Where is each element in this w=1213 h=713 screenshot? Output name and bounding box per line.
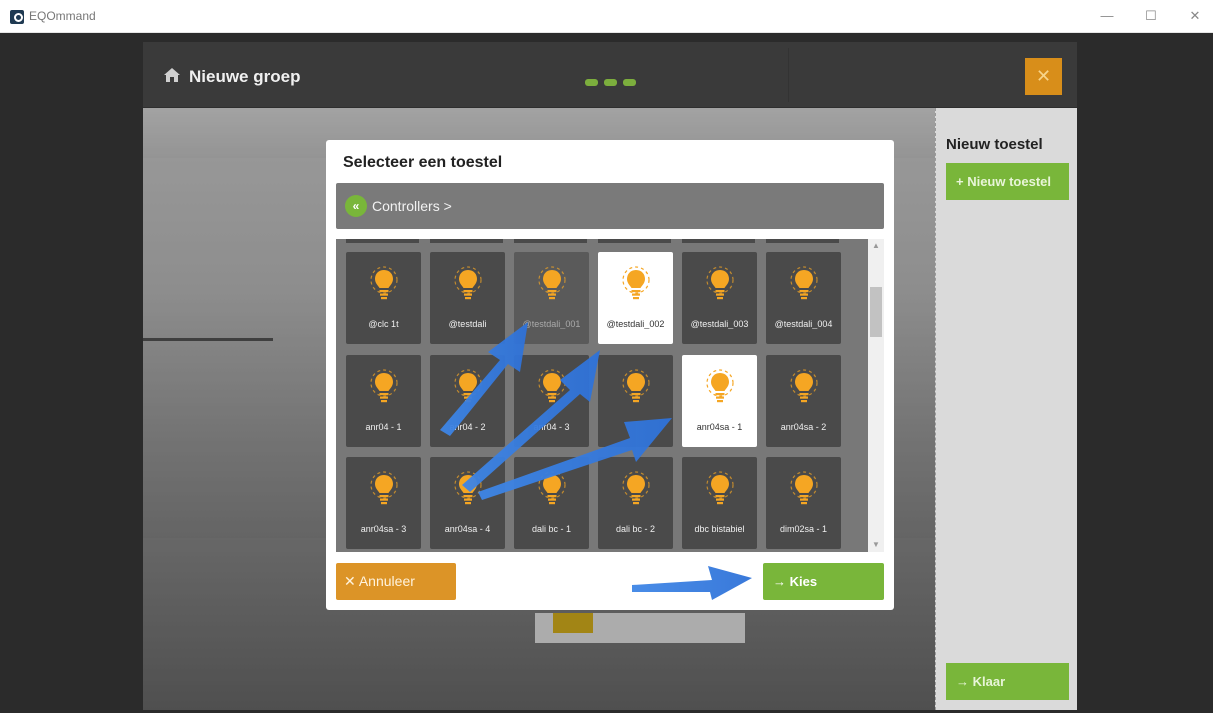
device-tile[interactable]: dim02sa - 1 xyxy=(766,457,841,549)
device-tile[interactable]: anr04sa - 3 xyxy=(346,457,421,549)
step-indicator xyxy=(585,73,642,91)
bulb-icon xyxy=(706,471,734,505)
minimize-button[interactable]: — xyxy=(1092,6,1122,26)
device-tile[interactable]: dali bc - 1 xyxy=(514,457,589,549)
bulb-icon xyxy=(370,471,398,505)
close-window-button[interactable]: ✕ xyxy=(1180,6,1210,26)
bulb-icon xyxy=(706,369,734,403)
choose-button[interactable]: → Kies xyxy=(763,563,884,600)
bulb-icon xyxy=(454,266,482,300)
device-tile[interactable]: anr04 - 3 xyxy=(514,355,589,447)
device-tile[interactable]: anr04sa - 2 xyxy=(766,355,841,447)
device-label: dali bc - 1 xyxy=(531,524,572,534)
breadcrumb-controllers[interactable]: Controllers > xyxy=(372,198,452,214)
app-logo-icon xyxy=(10,10,24,24)
device-tile[interactable]: anr04 - 2 xyxy=(430,355,505,447)
device-label: anr04 - 2 xyxy=(449,422,486,432)
window-title: EQOmmand xyxy=(29,9,96,23)
dialog-title: Selecteer een toestel xyxy=(343,154,503,171)
page-title: Nieuwe groep xyxy=(189,67,301,86)
bulb-icon xyxy=(538,266,566,300)
bulb-icon xyxy=(622,369,650,403)
device-tile[interactable]: dali bc - 2 xyxy=(598,457,673,549)
device-tile[interactable]: @testdali_003 xyxy=(682,252,757,344)
bulb-icon xyxy=(370,266,398,300)
device-tile[interactable]: @clc 1t xyxy=(346,252,421,344)
home-icon[interactable] xyxy=(163,66,181,84)
bulb-icon xyxy=(454,471,482,505)
device-label: @testdali xyxy=(448,319,487,329)
device-tile[interactable]: anr04sa - 1 xyxy=(682,355,757,447)
device-label: anr04sa - 4 xyxy=(444,524,491,534)
maximize-button[interactable]: ☐ xyxy=(1136,6,1166,26)
device-label: @testdali_003 xyxy=(690,319,749,329)
scroll-up-icon[interactable]: ▲ xyxy=(868,239,884,253)
device-tile[interactable]: @testdali_004 xyxy=(766,252,841,344)
device-tile[interactable] xyxy=(598,355,673,447)
device-label: dali bc - 2 xyxy=(615,524,656,534)
device-label: @testdali_002 xyxy=(606,319,665,329)
device-tile[interactable]: @testdali xyxy=(430,252,505,344)
device-label: @clc 1t xyxy=(368,319,399,329)
header-divider xyxy=(788,48,789,102)
bulb-icon xyxy=(790,471,818,505)
new-device-button[interactable]: + Nieuw toestel xyxy=(946,163,1069,200)
device-grid: @clc 1t @testdali @testdali_001 @testdal… xyxy=(336,239,884,552)
scroll-thumb[interactable] xyxy=(870,287,882,337)
device-label: @testdali_004 xyxy=(774,319,833,329)
device-tile[interactable]: anr04 - 1 xyxy=(346,355,421,447)
app-header: Nieuwe groep ✕ xyxy=(143,42,1077,108)
bulb-icon xyxy=(454,369,482,403)
right-panel: Nieuw toestel + Nieuw toestel → Klaar xyxy=(935,108,1077,710)
header-close-button[interactable]: ✕ xyxy=(1025,58,1062,95)
bulb-icon xyxy=(538,369,566,403)
bulb-icon xyxy=(538,471,566,505)
bulb-icon xyxy=(370,369,398,403)
done-button[interactable]: → Klaar xyxy=(946,663,1069,700)
device-tile[interactable]: dbc bistabiel xyxy=(682,457,757,549)
back-icon[interactable]: « xyxy=(345,195,367,217)
bulb-icon xyxy=(790,369,818,403)
breadcrumb: « Controllers > xyxy=(336,183,884,229)
device-label: anr04 - 1 xyxy=(365,422,402,432)
grid-scrollbar[interactable]: ▲ ▼ xyxy=(868,239,884,552)
window-title-bar: EQOmmand — ☐ ✕ xyxy=(0,0,1213,33)
bulb-icon xyxy=(790,266,818,300)
scroll-down-icon[interactable]: ▼ xyxy=(868,538,884,552)
right-panel-title: Nieuw toestel xyxy=(946,136,1043,153)
device-tile[interactable]: @testdali_001 xyxy=(514,252,589,344)
device-label: @testdali_001 xyxy=(522,319,581,329)
device-tile[interactable]: anr04sa - 4 xyxy=(430,457,505,549)
device-tile[interactable]: @testdali_002 xyxy=(598,252,673,344)
bulb-icon xyxy=(622,471,650,505)
device-label: anr04sa - 1 xyxy=(696,422,743,432)
device-label: anr04 - 3 xyxy=(533,422,570,432)
device-label: anr04sa - 3 xyxy=(360,524,407,534)
bulb-icon xyxy=(706,266,734,300)
cancel-button[interactable]: ✕ Annuleer xyxy=(336,563,456,600)
bulb-icon xyxy=(622,266,650,300)
device-label: dim02sa - 1 xyxy=(779,524,828,534)
device-label: dbc bistabiel xyxy=(694,524,745,534)
device-label: anr04sa - 2 xyxy=(780,422,827,432)
select-device-dialog: Selecteer een toestel « Controllers > @c… xyxy=(326,140,894,610)
